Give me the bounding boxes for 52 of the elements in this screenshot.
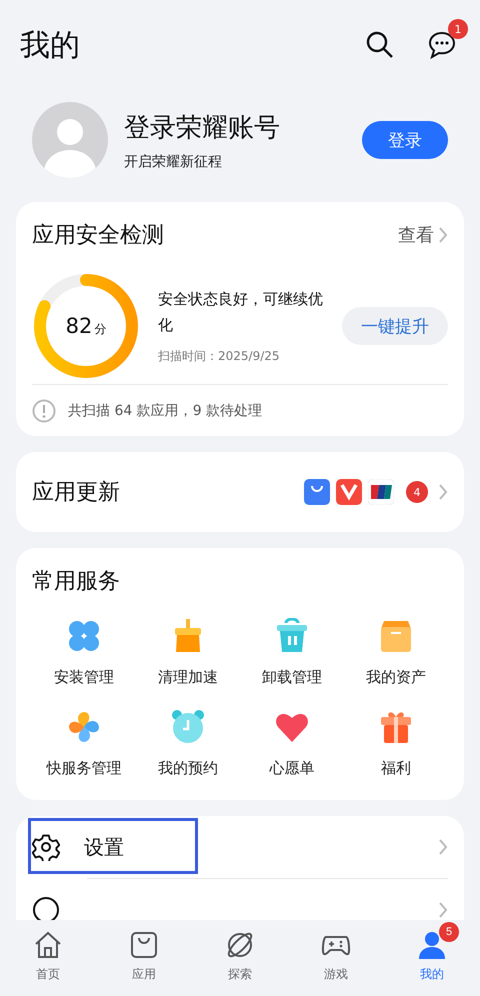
menu-item[interactable]: 设置 (32, 816, 448, 878)
home-icon (33, 930, 63, 960)
info-icon (32, 398, 56, 422)
login-button[interactable]: 登录 (362, 121, 448, 159)
tab[interactable]: 游戏 (288, 920, 384, 996)
view-link[interactable]: 查看 (398, 223, 448, 247)
security-status: 安全状态良好，可继续优化 (158, 289, 324, 336)
pinwheel-icon (66, 709, 102, 745)
chat-bubble-icon (427, 30, 457, 60)
chevron-right-icon (438, 838, 448, 856)
box-icon (378, 618, 414, 654)
tab[interactable]: 探索 (192, 920, 288, 996)
account-subtitle: 开启荣耀新征程 (124, 152, 223, 170)
notification-badge: 5 (439, 922, 459, 942)
search-icon (365, 30, 395, 60)
shopping-bag-icon (129, 930, 159, 960)
notification-badge: 1 (448, 19, 468, 39)
app-store-icon (304, 479, 330, 505)
service-label[interactable]: 卸载管理 (262, 668, 322, 687)
tab[interactable]: 首页 (0, 920, 96, 996)
settings-icon (32, 833, 60, 861)
planet-icon (225, 930, 255, 960)
service-label[interactable]: 安装管理 (54, 668, 114, 687)
chevron-right-icon (438, 901, 448, 919)
page-title: 我的 (20, 26, 81, 64)
service-label[interactable]: 福利 (381, 759, 411, 778)
chevron-right-icon (438, 226, 448, 244)
help-icon (32, 896, 60, 920)
update-count: 4 (406, 481, 428, 503)
tab[interactable]: 应用 (96, 920, 192, 996)
alarm-clock-icon (170, 709, 206, 745)
card-title: 应用更新 (32, 479, 121, 507)
service-label[interactable]: 快服务管理 (46, 759, 122, 778)
card-title: 常用服务 (32, 568, 121, 596)
boost-button[interactable]: 一键提升 (342, 307, 448, 345)
account-name: 登录荣耀账号 (124, 112, 281, 144)
updates-card[interactable]: 应用更新 4 (16, 452, 464, 532)
trash-icon (274, 618, 310, 654)
service-label[interactable]: 我的资产 (366, 668, 426, 687)
service-label[interactable]: 心愿单 (270, 759, 314, 778)
score-value: 82 分 (66, 314, 106, 338)
tab[interactable]: 5 我的 (384, 920, 480, 996)
service-label[interactable]: 清理加速 (158, 668, 218, 687)
clover-icon (66, 618, 102, 654)
scan-time: 扫描时间：2025/9/25 (158, 348, 281, 365)
card-title: 应用安全检测 (32, 222, 165, 250)
v-logo-icon (336, 479, 362, 505)
scan-summary: 共扫描 64 款应用，9 款待处理 (68, 402, 262, 420)
chevron-right-icon (438, 483, 448, 501)
service-label[interactable]: 我的预约 (158, 759, 218, 778)
payment-card-icon (368, 479, 394, 505)
person-icon (417, 930, 447, 960)
